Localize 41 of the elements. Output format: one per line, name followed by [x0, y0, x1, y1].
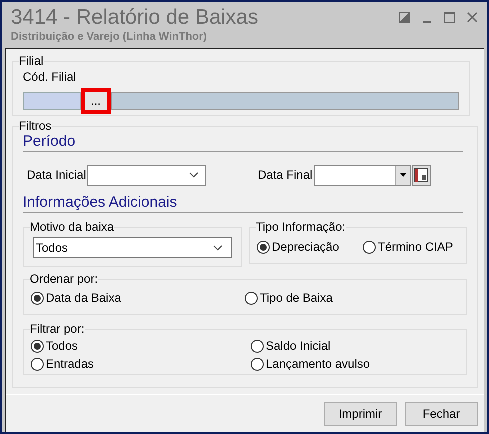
- chevron-down-icon: [189, 172, 199, 178]
- radio-button[interactable]: [31, 292, 44, 304]
- dropdown-button[interactable]: [395, 166, 410, 184]
- section-header: Informações Adicionais: [23, 194, 178, 212]
- chevron-down-icon: [213, 244, 223, 250]
- radio-button[interactable]: [31, 340, 44, 352]
- radio-button[interactable]: [257, 240, 270, 254]
- radio-label: Tipo de Baixa: [260, 290, 333, 307]
- calendar-icon[interactable]: [412, 164, 431, 186]
- date-field[interactable]: [314, 164, 411, 186]
- reason-dropdown[interactable]: Todos: [33, 237, 232, 258]
- lookup-button[interactable]: ...: [81, 88, 111, 114]
- field-label: Data Inicial: [27, 167, 87, 184]
- field-label: Cód. Filial: [23, 70, 78, 84]
- radio-label: Saldo Inicial: [266, 338, 331, 355]
- window-subtitle: Distribuição e Varejo (Linha WinThor): [11, 30, 208, 44]
- radio-button[interactable]: [31, 358, 44, 370]
- radio-button[interactable]: [363, 240, 376, 254]
- radio-button[interactable]: [251, 340, 264, 352]
- section-header: Período: [23, 133, 77, 151]
- date-field[interactable]: [87, 164, 206, 186]
- maximize-icon[interactable]: [444, 12, 455, 23]
- radio-button[interactable]: [251, 358, 264, 370]
- group-title: Tipo Informação:: [256, 219, 346, 235]
- radio-label: Depreciação: [272, 239, 340, 256]
- restore-icon[interactable]: [399, 12, 410, 23]
- window-title: 3414 - Relatório de Baixas: [11, 6, 258, 30]
- field-label: Data Final: [258, 167, 314, 184]
- close-icon[interactable]: [467, 12, 478, 23]
- radio-label: Data da Baixa: [46, 290, 122, 307]
- radio-button[interactable]: [245, 292, 258, 304]
- radio-label: Entradas: [46, 356, 94, 373]
- dialog-button[interactable]: Imprimir: [324, 402, 397, 426]
- radio-label: Todos: [46, 338, 78, 355]
- caret-icon: [400, 173, 406, 177]
- group-title: Filtrar por:: [30, 321, 85, 337]
- radio-label: Lançamento avulso: [266, 356, 370, 373]
- code-field[interactable]: [23, 92, 81, 110]
- radio-label: Término CIAP: [378, 239, 454, 256]
- group-title: Ordenar por:: [30, 271, 98, 287]
- dialog-button[interactable]: Fechar: [405, 402, 478, 426]
